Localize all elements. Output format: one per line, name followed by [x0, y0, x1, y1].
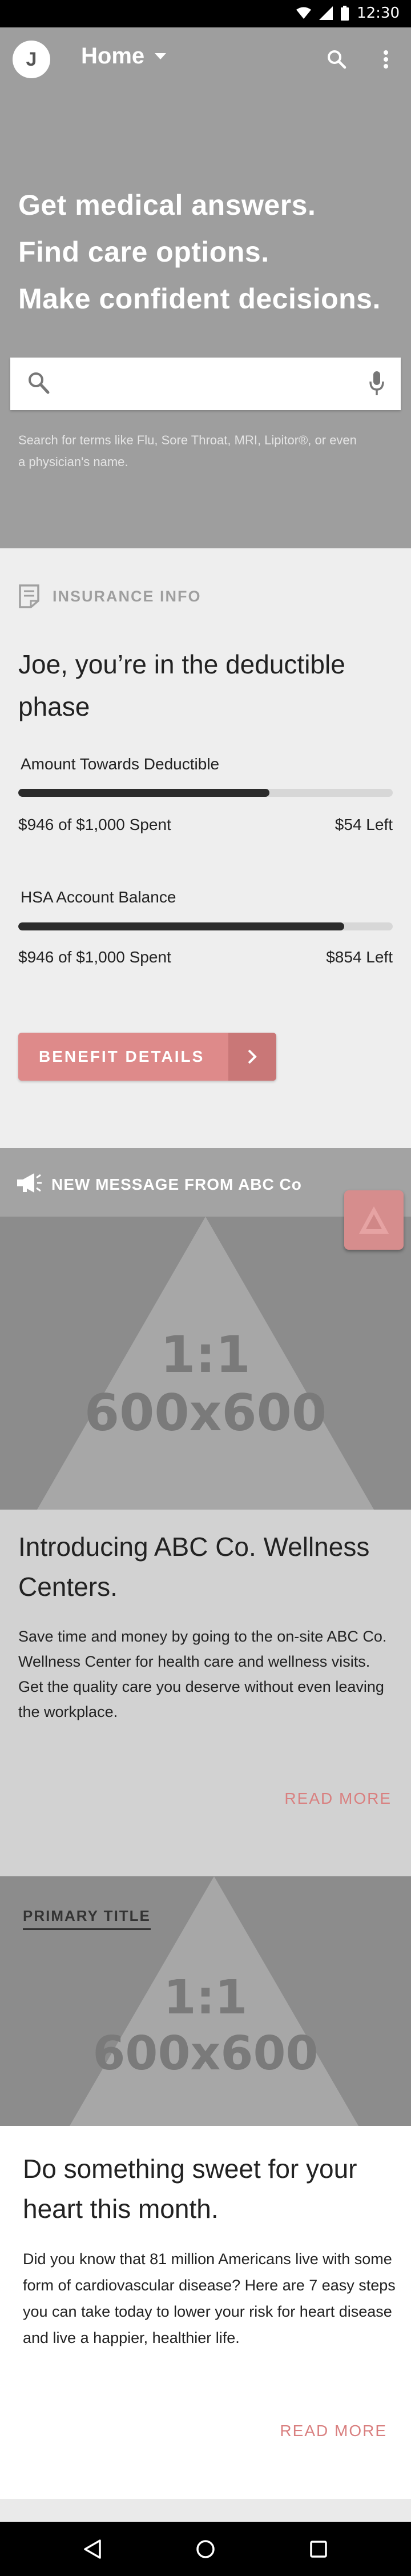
megaphone-icon: [17, 1173, 42, 1193]
back-triangle-icon: [84, 2539, 101, 2559]
dropdown-caret-icon: [155, 53, 167, 59]
placeholder-ratio: 1:1: [160, 1325, 251, 1384]
triangle-logo-icon: [359, 1206, 389, 1234]
deductible-label: Amount Towards Deductible: [21, 755, 220, 773]
search-hint: Search for terms like Flu, Sore Throat, …: [18, 433, 357, 469]
feature-card-content: Do something sweet for your heart this m…: [0, 2126, 411, 2499]
app-bar: J Home: [0, 27, 411, 91]
status-bar: 12:30: [0, 0, 411, 27]
deductible-progress-bar: [18, 789, 393, 797]
search-button[interactable]: [321, 43, 353, 75]
card-title: Introducing ABC Co. Wellness Centers.: [18, 1532, 370, 1602]
hero-line-1: Get medical answers.: [18, 189, 316, 221]
placeholder-size: 600x600: [92, 2027, 319, 2081]
deductible-left: $54 Left: [335, 816, 393, 833]
placeholder-ratio: 1:1: [163, 1971, 248, 2025]
card-title: Do something sweet for your heart this m…: [23, 2154, 357, 2224]
recents-button[interactable]: [304, 2534, 333, 2564]
search-input[interactable]: [62, 369, 353, 399]
recents-square-icon: [310, 2541, 327, 2558]
card-body: Save time and money by going to the on-s…: [18, 1628, 387, 1720]
read-more-link[interactable]: READ MORE: [280, 2422, 387, 2440]
more-options-button[interactable]: [370, 43, 402, 75]
card-body: Did you know that 81 million Americans l…: [23, 2250, 396, 2346]
page-title: Home: [81, 43, 145, 69]
search-icon: [328, 50, 346, 69]
hero-section: Get medical answers. Find care options. …: [0, 91, 411, 548]
hero-line-2: Find care options.: [18, 236, 269, 268]
deductible-spent: $946 of $1,000 Spent: [18, 816, 171, 833]
back-button[interactable]: [78, 2534, 107, 2564]
benefit-details-label: BENEFIT DETAILS: [39, 1048, 205, 1065]
insurance-header: INSURANCE INFO: [18, 584, 202, 609]
hsa-label: HSA Account Balance: [21, 888, 176, 906]
insurance-title: Joe, you’re in the deductible phase: [18, 649, 345, 721]
insurance-section: INSURANCE INFO Joe, you’re in the deduct…: [0, 548, 411, 1148]
hsa-spent: $946 of $1,000 Spent: [18, 948, 171, 966]
hsa-left: $854 Left: [326, 948, 393, 966]
placeholder-size: 600x600: [84, 1383, 327, 1442]
chevron-right-icon: [228, 1033, 276, 1081]
avatar[interactable]: J: [13, 41, 50, 78]
home-circle-icon: [196, 2540, 215, 2558]
home-button[interactable]: [191, 2534, 220, 2564]
image-placeholder: 1:1 600x600: [0, 1217, 411, 1510]
benefit-details-button[interactable]: BENEFIT DETAILS: [18, 1033, 276, 1081]
insurance-header-label: INSURANCE INFO: [53, 587, 202, 605]
deductible-progress-fill: [18, 789, 269, 797]
navigation-bar: [0, 2522, 411, 2576]
cell-signal-icon: [319, 6, 333, 20]
feature-card: 1:1 600x600 PRIMARY TITLE Do something s…: [0, 1876, 411, 2522]
hsa-progress-fill: [18, 922, 344, 930]
search-box[interactable]: [10, 358, 401, 410]
document-icon: [19, 584, 39, 608]
microphone-icon[interactable]: [369, 371, 385, 396]
read-more-link[interactable]: READ MORE: [284, 1789, 392, 1808]
battery-icon: [341, 6, 349, 21]
more-vertical-icon: [384, 50, 388, 69]
hero-line-3: Make confident decisions.: [18, 283, 381, 315]
message-card: NEW MESSAGE FROM ABC Co 1:1 600x600 Intr…: [0, 1148, 411, 1876]
status-time: 12:30: [357, 5, 400, 22]
floating-action-button[interactable]: [344, 1190, 404, 1250]
home-dropdown[interactable]: Home: [81, 43, 167, 69]
wifi-icon: [296, 7, 312, 19]
search-icon: [29, 372, 50, 394]
primary-title: PRIMARY TITLE: [23, 1907, 151, 1930]
message-banner-text: NEW MESSAGE FROM ABC Co: [51, 1175, 302, 1193]
hsa-progress-bar: [18, 922, 393, 930]
